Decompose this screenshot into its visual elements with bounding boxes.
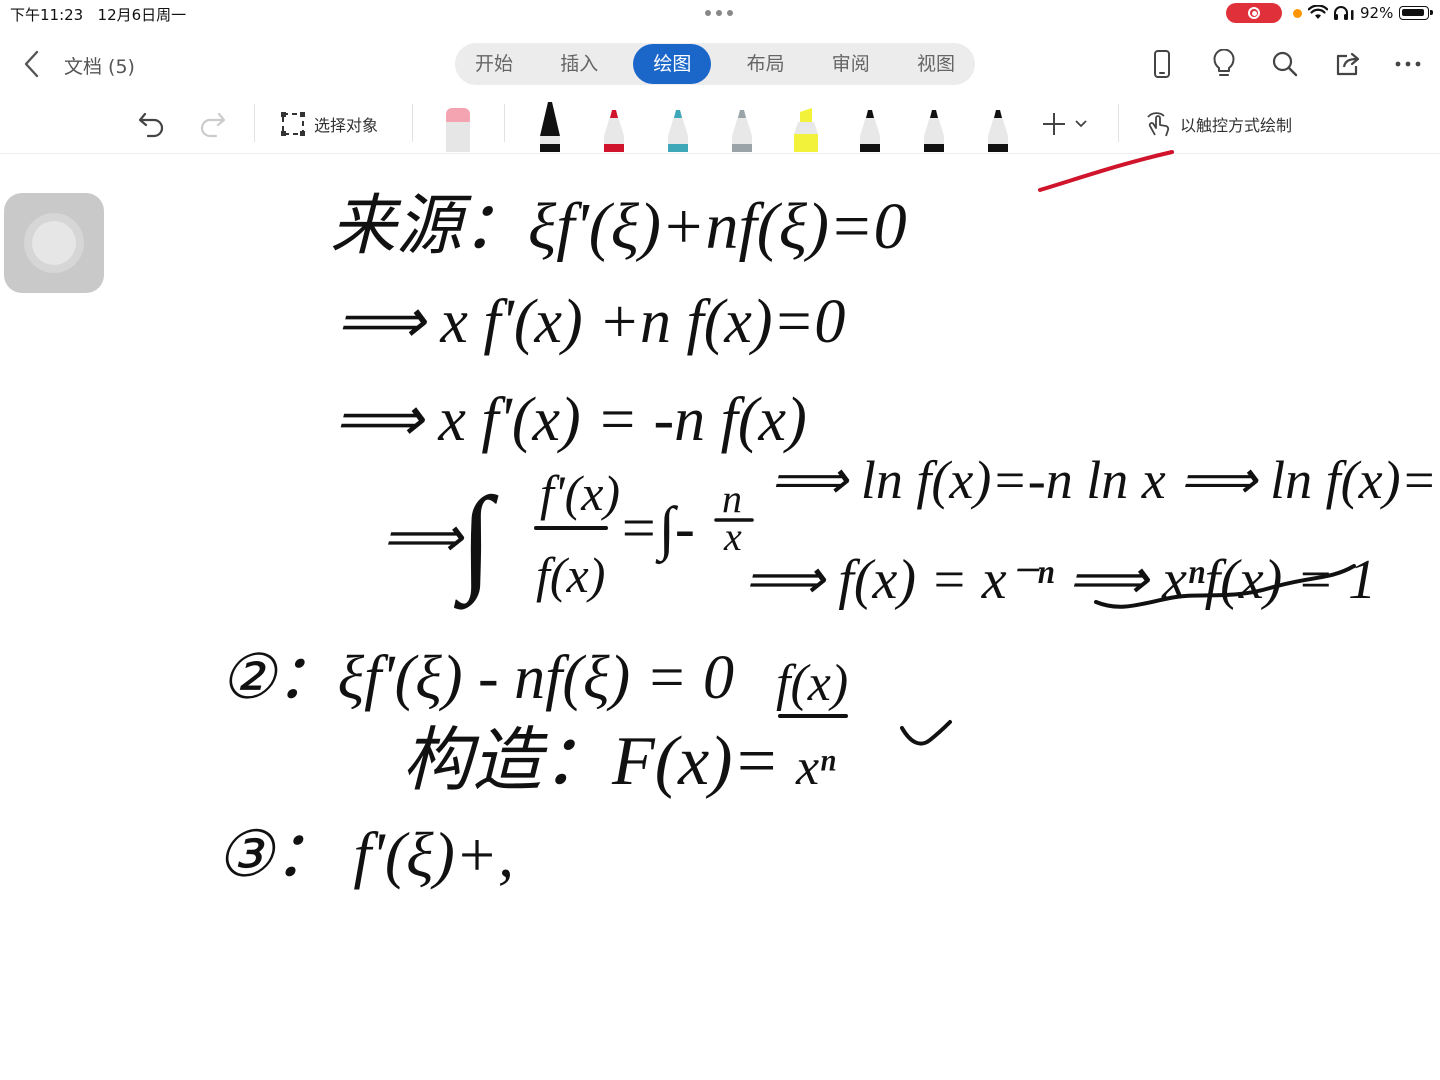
ink-line-2: ⟹ x f'(x) +n f(x)=0 [336,288,845,356]
ink-frac-den: f(x) [536,547,605,603]
ink-line-7-label: 构造：F(x)= [402,723,780,800]
ink-line-4-log: ⟹ ln f(x)=-n ln x ⟹ ln f(x)=ln x⁻ⁿ [770,450,1440,510]
ink-F-den: xⁿ [795,739,836,796]
ink-line-5: ⟹ f(x) = x⁻ⁿ ⟹ xⁿf(x) = 1 [744,549,1376,611]
ink-line-source: 来源：ξf'(ξ)+nf(ξ)=0 [330,190,907,263]
ink-line-3: ⟹ x f'(x) = -n f(x) [334,386,807,454]
ink-line-6: ②：ξf'(ξ) - nf(ξ) = 0 [220,644,734,712]
ink-frac-num: f'(x) [540,465,620,521]
ink-arrow-4: ⟹ [382,507,465,569]
ink-line-8: ③： f'(ξ)+, [216,819,514,890]
ink-integral-sign: ∫ [453,473,499,610]
ink-checkmark [900,720,952,746]
ink-red-stroke [1038,150,1174,192]
ink-F-num: f(x) [776,655,848,712]
ink-canvas[interactable]: 来源：ξf'(ξ)+nf(ξ)=0 ⟹ x f'(x) +n f(x)=0 ⟹ … [0,0,1440,1080]
ink-int-rhs: =∫- [618,495,695,565]
